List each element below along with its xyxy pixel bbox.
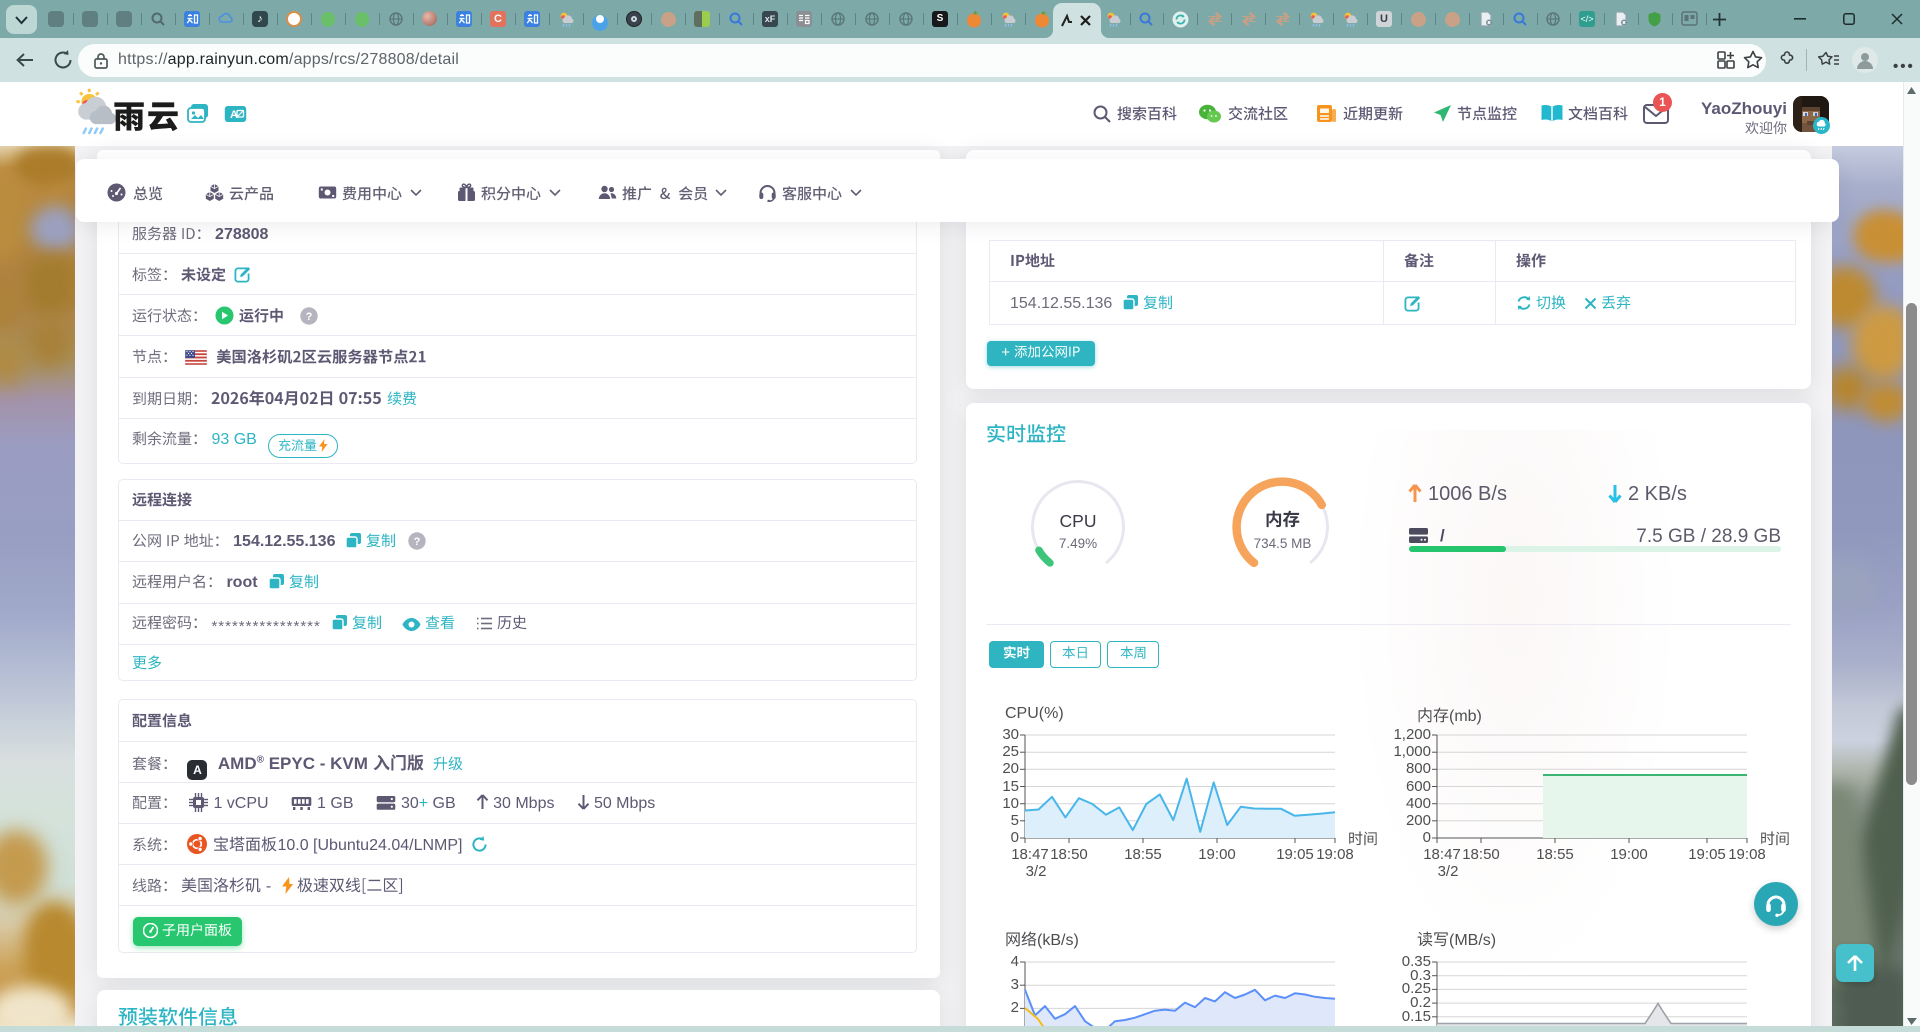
svg-text:?: ? [306, 311, 313, 323]
svg-text:?: ? [414, 536, 421, 548]
